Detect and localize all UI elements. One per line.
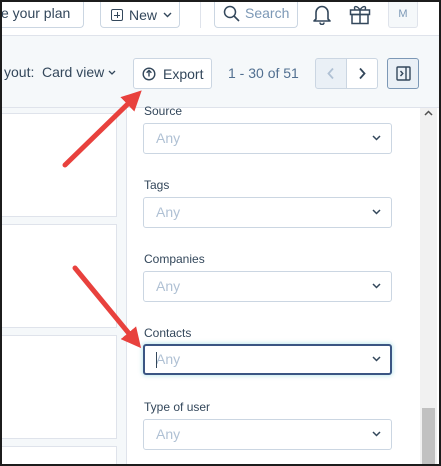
card-list [2, 108, 126, 464]
companies-select[interactable]: Any [143, 271, 392, 302]
record-card[interactable] [2, 113, 117, 217]
chevron-left-icon [327, 67, 334, 80]
filter-label-source: Source [144, 104, 183, 118]
chevron-right-icon [359, 67, 366, 80]
app-window: e your plan New Search M yout: Card view… [0, 0, 441, 466]
toolbar: yout: Card view Export 1 - 30 of 51 [2, 36, 439, 108]
layout-dropdown[interactable]: Card view [42, 64, 116, 80]
source-select-value: Any [156, 130, 181, 146]
search-input[interactable]: Search [214, 2, 298, 28]
contacts-select[interactable]: Any [143, 344, 392, 375]
source-select[interactable]: Any [143, 123, 392, 154]
previous-page-button[interactable] [315, 58, 347, 89]
contacts-select-value: Any [156, 351, 181, 367]
new-button-label: New [129, 6, 158, 23]
upgrade-plan-label: e your plan [1, 5, 71, 21]
filter-label-companies: Companies [144, 252, 205, 266]
plus-icon [111, 8, 123, 21]
chevron-down-icon [372, 283, 381, 289]
scrollbar-thumb[interactable] [422, 408, 435, 464]
tags-select[interactable]: Any [143, 197, 392, 228]
filter-panel-scrollbar[interactable] [420, 108, 437, 464]
filter-label-tags: Tags [144, 178, 170, 192]
upgrade-plan-button[interactable]: e your plan [1, 2, 84, 28]
chevron-down-icon [372, 135, 381, 141]
record-card[interactable] [2, 224, 117, 328]
chevron-down-icon [372, 356, 381, 362]
filter-label-contacts: Contacts [144, 326, 192, 340]
chevron-down-icon [372, 431, 381, 437]
layout-label: yout: [4, 64, 35, 80]
pagination-text: 1 - 30 of 51 [228, 65, 299, 81]
filter-panel-toggle-button[interactable] [387, 58, 419, 89]
divider [200, 2, 201, 28]
export-icon [142, 66, 156, 81]
filter-panel: Source Any Tags Any Companies Any Contac… [126, 104, 439, 464]
chevron-down-icon [108, 70, 116, 75]
tags-select-value: Any [156, 204, 181, 220]
export-button[interactable]: Export [133, 58, 212, 89]
next-page-button[interactable] [346, 58, 378, 89]
filter-label-type-of-user: Type of user [144, 400, 211, 414]
record-card[interactable] [2, 335, 117, 439]
search-icon [223, 5, 240, 22]
companies-select-value: Any [156, 278, 181, 294]
type-of-user-select-value: Any [156, 426, 181, 442]
new-button[interactable]: New [100, 2, 180, 28]
scroll-up-arrow-icon[interactable] [424, 110, 433, 116]
gift-icon[interactable] [348, 3, 372, 25]
type-of-user-select[interactable]: Any [143, 419, 392, 450]
export-label: Export [163, 65, 204, 82]
search-placeholder: Search [245, 5, 290, 21]
avatar-initial: M [398, 8, 408, 20]
top-nav-bar: e your plan New Search M [2, 2, 439, 36]
avatar[interactable]: M [388, 2, 418, 28]
layout-value: Card view [42, 64, 105, 80]
text-cursor [156, 352, 157, 368]
bell-icon[interactable] [311, 3, 333, 25]
chevron-down-icon [372, 209, 381, 215]
record-card[interactable] [2, 446, 117, 464]
chevron-down-icon [163, 12, 172, 17]
panel-collapse-icon [396, 66, 411, 81]
